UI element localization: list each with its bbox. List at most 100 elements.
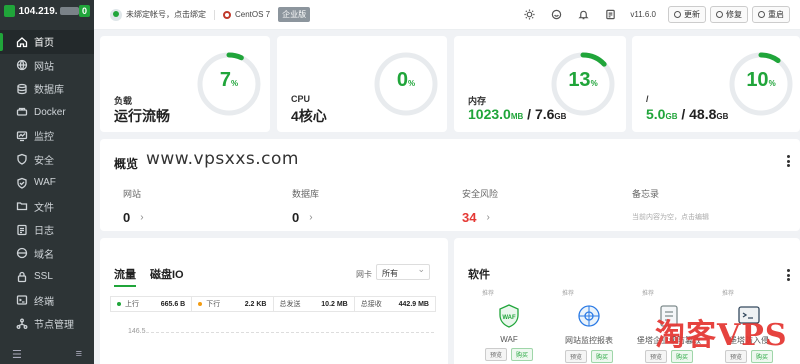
more-icon[interactable] <box>787 269 790 283</box>
overview-sites[interactable]: 网站 0 › <box>123 187 283 225</box>
memory-card[interactable]: 13% 内存 1023.0MB / 7.6GB <box>454 36 626 132</box>
memo-placeholder[interactable]: 当前内容为空，点击编辑 <box>632 212 792 222</box>
memory-sep: / <box>523 106 535 122</box>
disk-label: / <box>646 94 649 104</box>
sidebar-item-label: 文件 <box>34 202 54 214</box>
cpu-card[interactable]: 0% CPU 4核心 <box>277 36 447 132</box>
recommend-tag: 推荐 <box>642 291 655 297</box>
total-sent-label: 总发送 <box>279 301 301 308</box>
sidebar-item-3[interactable]: Docker <box>0 101 94 125</box>
shield-icon <box>16 153 28 165</box>
monitor-icon <box>16 130 28 142</box>
memory-used-unit: MB <box>510 112 524 121</box>
sidebar-item-0[interactable]: 首页 <box>0 30 94 54</box>
overview-memo[interactable]: 备忘录 当前内容为空，点击编辑 <box>632 187 792 222</box>
avatar[interactable] <box>110 8 122 21</box>
sidebar-item-2[interactable]: 数据库 <box>0 77 94 101</box>
chevron-right-icon[interactable]: › <box>486 212 489 223</box>
database-icon <box>16 83 28 95</box>
terminal-icon <box>16 294 28 306</box>
version-label[interactable]: v11.6.0 <box>630 10 656 19</box>
software-name: 网站监控报表 <box>565 336 613 345</box>
disk-used: 5.0 <box>646 106 666 122</box>
recommend-tag: 推荐 <box>482 291 495 297</box>
load-card[interactable]: 7% 负载 运行流畅 <box>100 36 270 132</box>
more-icon[interactable] <box>787 155 790 169</box>
memo-label: 备忘录 <box>632 189 660 199</box>
disk-card[interactable]: 10% / 5.0GB / 48.8GB <box>632 36 800 132</box>
cpu-cores: 4核心 <box>291 108 327 124</box>
sidebar-item-9[interactable]: 域名 <box>0 242 94 266</box>
preview-button[interactable]: 预览 <box>564 350 587 363</box>
support-icon[interactable] <box>551 9 562 20</box>
sidebar-item-1[interactable]: 网站 <box>0 54 94 78</box>
notes-icon[interactable] <box>605 9 616 20</box>
watermark: 淘客VPS <box>655 318 788 353</box>
bell-icon[interactable] <box>578 9 589 20</box>
disk-total: 48.8 <box>689 106 717 122</box>
bind-account-link[interactable]: 未绑定帐号，点击绑定 <box>126 9 206 20</box>
upload-value: 665.6 B <box>160 300 186 308</box>
divider <box>214 9 215 20</box>
security-value: 34 <box>462 210 477 225</box>
update-label: 更新 <box>684 10 700 19</box>
topbar: 未绑定帐号，点击绑定 CentOS 7 企业版 v11.6.0 更新 修复 重启 <box>94 0 800 30</box>
software-waf[interactable]: 推荐 WAF WAF 预览 购买 <box>474 288 544 361</box>
restart-label: 重启 <box>768 10 784 19</box>
repair-button[interactable]: 修复 <box>710 6 748 23</box>
sidebar-item-4[interactable]: 监控 <box>0 124 94 148</box>
cpu-label: CPU <box>291 94 311 104</box>
overview-title: 概览 <box>114 157 139 171</box>
sidebar-item-7[interactable]: 文件 <box>0 195 94 219</box>
sidebar-item-10[interactable]: SSL <box>0 265 94 289</box>
sidebar-item-12[interactable]: 节点管理 <box>0 312 94 336</box>
repair-label: 修复 <box>726 10 742 19</box>
software-site-monitor[interactable]: 推荐 网站监控报表 预览 购买 <box>554 288 624 363</box>
tab-traffic[interactable]: 流量 <box>114 266 136 287</box>
memory-percent-value: 13 <box>568 69 591 91</box>
sidebar-item-11[interactable]: 终端 <box>0 289 94 313</box>
download-value: 2.2 KB <box>244 300 267 308</box>
sidebar-item-6[interactable]: WAF <box>0 171 94 195</box>
total-sent-stat: 总发送 10.2 MB <box>274 297 355 311</box>
disk-gauge: 10% <box>726 49 796 119</box>
sidebar-item-label: 安全 <box>34 155 54 167</box>
sidebar-item-label: SSL <box>34 271 53 283</box>
databases-label: 数据库 <box>292 189 320 199</box>
sidebar-item-label: 日志 <box>34 226 54 238</box>
folder-icon <box>16 200 28 212</box>
topbar-actions: v11.6.0 更新 修复 重启 <box>516 6 800 23</box>
traffic-tabs: 流量 磁盘IO <box>114 266 198 287</box>
enterprise-badge[interactable]: 企业版 <box>278 7 311 22</box>
upload-dot <box>117 302 121 306</box>
menu-icon[interactable]: ≡ <box>76 348 82 360</box>
chevron-right-icon[interactable]: › <box>140 212 143 223</box>
sidebar-item-5[interactable]: 安全 <box>0 148 94 172</box>
sidebar-item-label: 节点管理 <box>34 320 74 332</box>
nic-select[interactable]: 所有 <box>376 264 430 280</box>
chevron-right-icon[interactable]: › <box>309 212 312 223</box>
sidebar-item-label: 终端 <box>34 296 54 308</box>
disk-percent-value: 10 <box>746 69 769 91</box>
buy-button[interactable]: 购买 <box>511 348 534 361</box>
memory-total-unit: GB <box>554 112 567 121</box>
total-sent-value: 10.2 MB <box>321 300 348 308</box>
collapse-icon[interactable]: ☰ <box>12 348 22 361</box>
chart-axis-label: 146.5 <box>128 328 146 335</box>
buy-button[interactable]: 购买 <box>591 350 614 363</box>
update-button[interactable]: 更新 <box>668 6 706 23</box>
download-dot <box>198 302 203 306</box>
tab-disk-io[interactable]: 磁盘IO <box>150 266 184 287</box>
os-name: CentOS 7 <box>235 10 271 19</box>
overview-databases[interactable]: 数据库 0 › <box>292 187 452 225</box>
sidebar-item-label: 监控 <box>34 132 54 144</box>
alert-badge[interactable]: 0 <box>78 5 90 17</box>
overview-security[interactable]: 安全风险 34 › <box>462 187 622 225</box>
sidebar-item-8[interactable]: 日志 <box>0 218 94 242</box>
percent-unit: % <box>768 79 776 88</box>
security-count: 34 › <box>462 210 622 225</box>
theme-icon[interactable] <box>524 9 535 20</box>
traffic-stats: 上行 665.6 B 下行 2.2 KB 总发送 10.2 MB 总接收 442.9 M… <box>110 296 436 312</box>
restart-button[interactable]: 重启 <box>752 6 790 23</box>
preview-button[interactable]: 预览 <box>484 348 507 361</box>
